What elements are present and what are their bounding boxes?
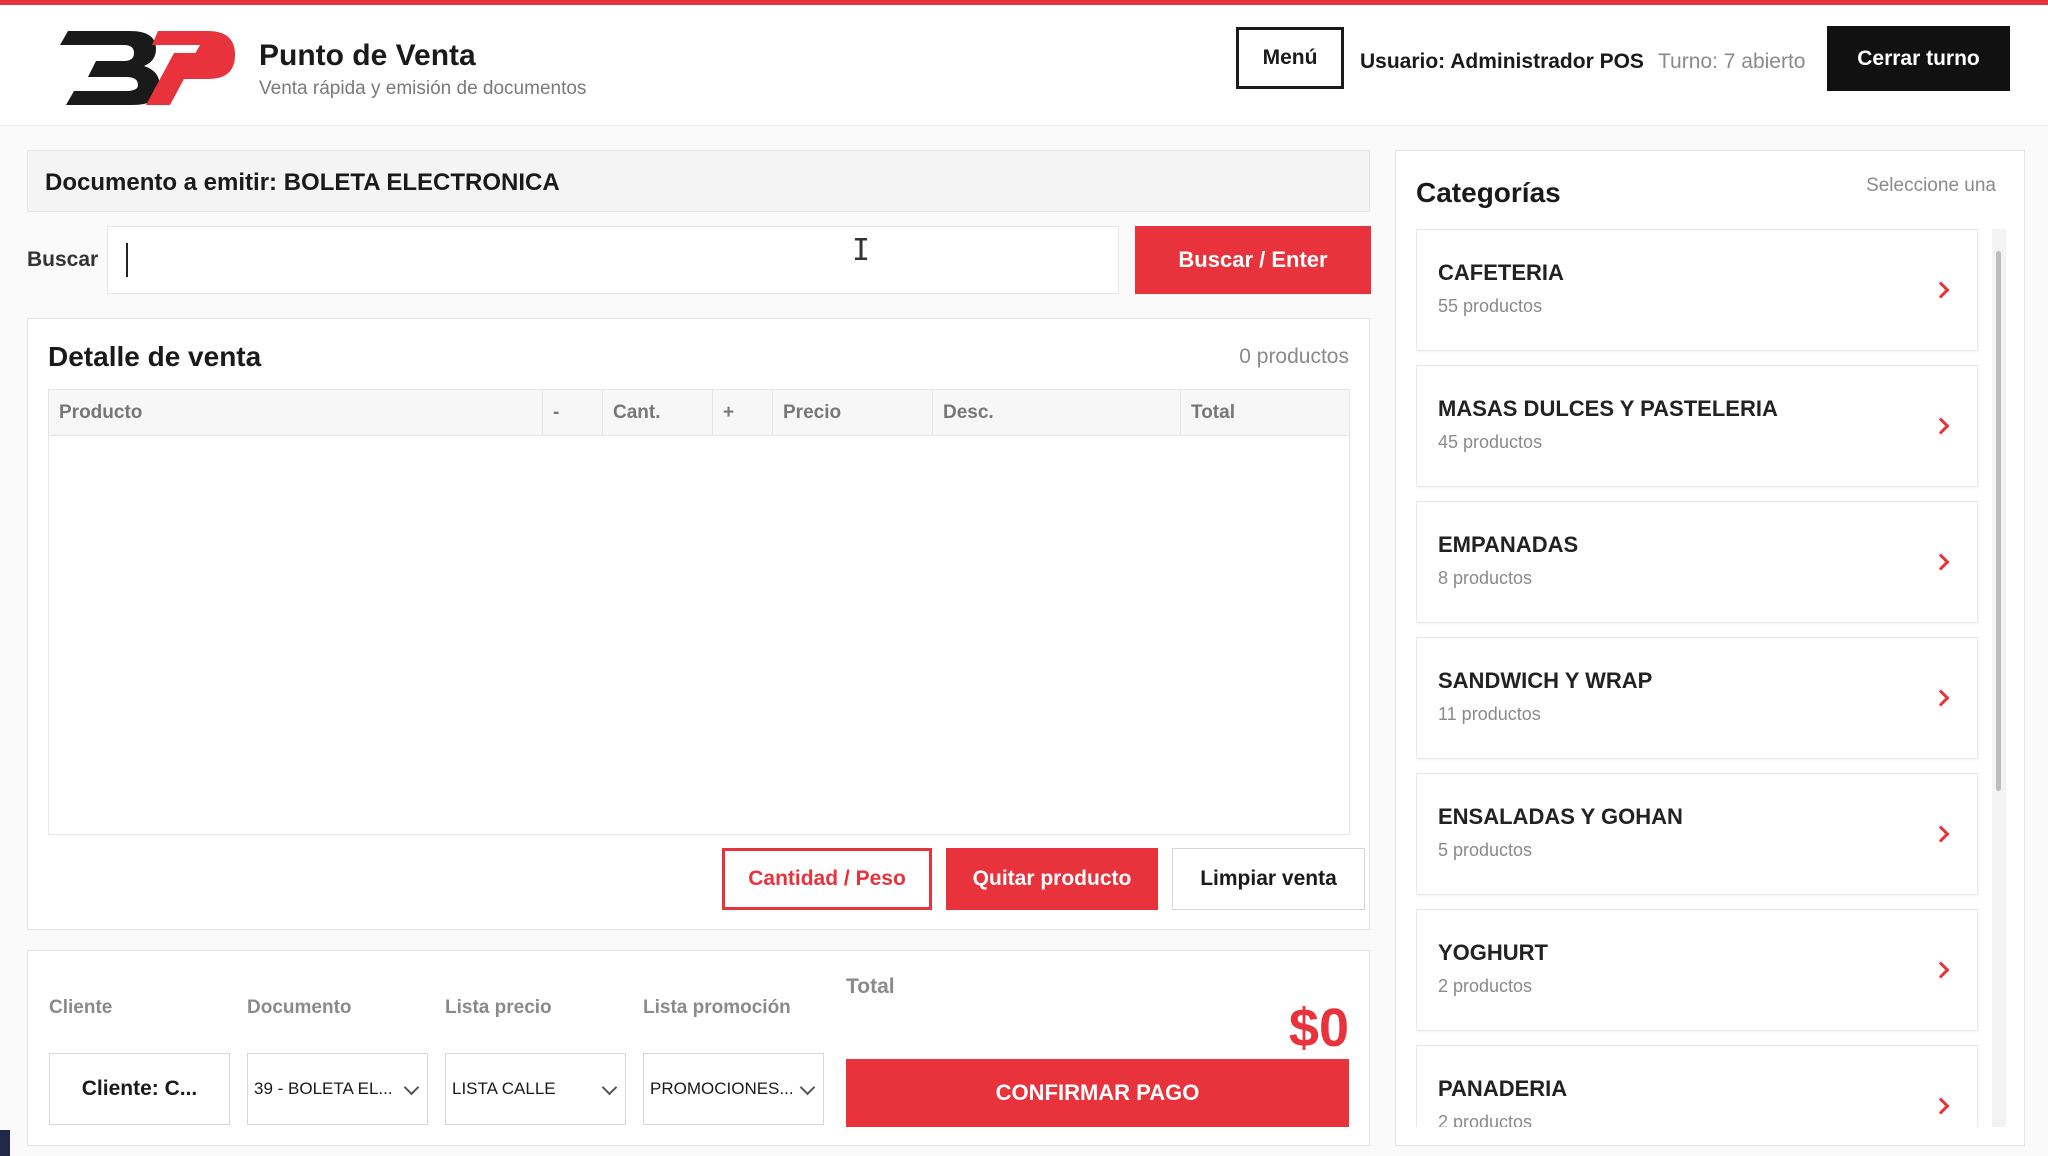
category-name: YOGHURT	[1438, 940, 1548, 965]
document-type-select[interactable]: 39 - BOLETA EL...	[247, 1053, 428, 1125]
category-item[interactable]: EMPANADAS 8 productos	[1416, 501, 1978, 623]
categories-title: Categorías	[1416, 177, 1561, 208]
chevron-down-icon	[601, 1079, 618, 1096]
category-scrollbar[interactable]	[1992, 229, 2006, 1127]
chevron-right-icon	[1932, 281, 1950, 299]
document-type-label: Documento	[247, 997, 352, 1018]
app-title: Punto de Venta	[259, 39, 476, 72]
chevron-right-icon	[1932, 553, 1950, 571]
promo-list-select[interactable]: PROMOCIONES...	[643, 1053, 824, 1125]
column-header-total: Total	[1191, 402, 1235, 423]
sale-table: Producto - Cant. + Precio Desc. Total	[48, 389, 1350, 835]
ibeam-cursor-icon: I	[852, 233, 871, 268]
product-count: 0 productos	[1239, 345, 1349, 368]
promo-list-label: Lista promoción	[643, 997, 791, 1018]
column-header-discount: Desc.	[933, 390, 1181, 436]
category-item[interactable]: YOGHURT 2 productos	[1416, 909, 1978, 1031]
category-name: EMPANADAS	[1438, 532, 1579, 557]
search-button[interactable]: Buscar / Enter	[1135, 226, 1371, 294]
app-header: Punto de Venta Venta rápida y emisión de…	[0, 5, 2048, 126]
column-header-quantity: Cant.	[603, 390, 713, 436]
menu-button[interactable]: Menú	[1236, 27, 1344, 89]
sale-detail-panel: Detalle de venta 0 productos Producto - …	[27, 318, 1370, 930]
category-list: CAFETERIA 55 productos MASAS DULCES Y PA…	[1416, 229, 1990, 1127]
price-list-value: LISTA CALLE	[452, 1079, 556, 1098]
categories-panel: Categorías Seleccione una CAFETERIA 55 p…	[1395, 150, 2025, 1146]
promo-list-value: PROMOCIONES...	[650, 1079, 794, 1098]
category-item[interactable]: ENSALADAS Y GOHAN 5 productos	[1416, 773, 1978, 895]
document-bar: Documento a emitir: BOLETA ELECTRONICA	[27, 150, 1370, 212]
window-edge	[0, 1130, 10, 1156]
category-item[interactable]: SANDWICH Y WRAP 11 productos	[1416, 637, 1978, 759]
sale-detail-title: Detalle de venta	[48, 341, 262, 372]
bp-logo-icon	[60, 31, 235, 105]
category-item[interactable]: MASAS DULCES Y PASTELERIA 45 productos	[1416, 365, 1978, 487]
category-name: SANDWICH Y WRAP	[1438, 668, 1653, 693]
table-header: Producto - Cant. + Precio Desc. Total	[49, 390, 1349, 436]
category-count: 2 productos	[1438, 1112, 1533, 1127]
category-count: 8 productos	[1438, 568, 1533, 588]
price-list-select[interactable]: LISTA CALLE	[445, 1053, 626, 1125]
confirm-payment-button[interactable]: CONFIRMAR PAGO	[846, 1059, 1349, 1127]
category-name: PANADERIA	[1438, 1076, 1568, 1101]
category-count: 11 productos	[1438, 704, 1541, 724]
column-header-price: Precio	[773, 390, 933, 436]
total-value: $0	[1288, 998, 1349, 1058]
chevron-right-icon	[1932, 825, 1950, 843]
category-name: MASAS DULCES Y PASTELERIA	[1438, 396, 1778, 421]
total-label: Total	[846, 975, 895, 998]
shift-status: Turno: 7 abierto	[1658, 50, 1806, 73]
client-label: Cliente	[49, 997, 113, 1018]
search-label: Buscar	[27, 248, 99, 271]
quantity-weight-button[interactable]: Cantidad / Peso	[722, 848, 932, 910]
text-caret	[126, 243, 128, 277]
column-header-plus: +	[713, 390, 773, 436]
column-header-minus: -	[543, 390, 603, 436]
category-count: 2 productos	[1438, 976, 1533, 996]
category-count: 55 productos	[1438, 296, 1543, 316]
document-type-value: 39 - BOLETA EL...	[254, 1079, 393, 1098]
chevron-right-icon	[1932, 689, 1950, 707]
client-selector[interactable]: Cliente: C...	[49, 1053, 230, 1125]
category-item[interactable]: CAFETERIA 55 productos	[1416, 229, 1978, 351]
document-label: Documento a emitir: BOLETA ELECTRONICA	[45, 169, 560, 196]
close-shift-button[interactable]: Cerrar turno	[1827, 26, 2010, 91]
chevron-down-icon	[799, 1079, 816, 1096]
user-label: Usuario: Administrador POS	[1360, 50, 1644, 73]
scrollbar-thumb[interactable]	[1996, 251, 2001, 791]
chevron-right-icon	[1932, 417, 1950, 435]
category-name: ENSALADAS Y GOHAN	[1438, 804, 1683, 829]
app-subtitle: Venta rápida y emisión de documentos	[259, 78, 587, 99]
category-count: 45 productos	[1438, 432, 1543, 452]
checkout-panel: Cliente Cliente: C... Documento 39 - BOL…	[27, 950, 1370, 1146]
category-name: CAFETERIA	[1438, 260, 1564, 285]
chevron-right-icon	[1932, 961, 1950, 979]
chevron-right-icon	[1932, 1097, 1950, 1115]
category-item[interactable]: PANADERIA 2 productos	[1416, 1045, 1978, 1127]
search-input[interactable]	[107, 226, 1119, 294]
chevron-down-icon	[403, 1079, 420, 1096]
clear-sale-button[interactable]: Limpiar venta	[1172, 848, 1365, 910]
categories-hint: Seleccione una	[1866, 175, 1996, 196]
category-count: 5 productos	[1438, 840, 1533, 860]
remove-product-button[interactable]: Quitar producto	[946, 848, 1158, 910]
column-header-product: Producto	[49, 390, 543, 436]
price-list-label: Lista precio	[445, 997, 552, 1018]
